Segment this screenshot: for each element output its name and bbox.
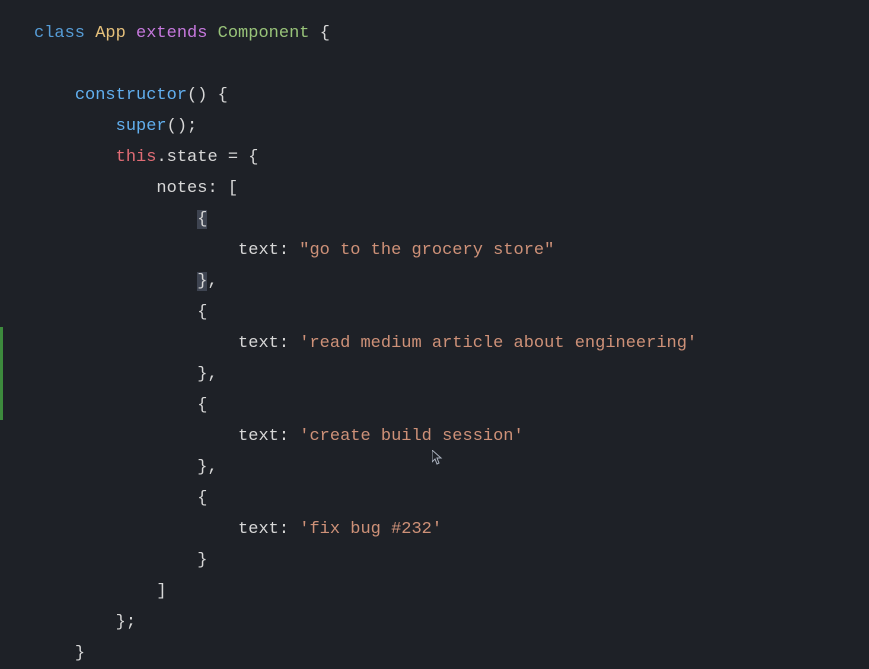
code-line[interactable]: }, xyxy=(0,452,869,483)
brace: { xyxy=(218,86,228,105)
code-line[interactable]: this.state = { xyxy=(0,142,869,173)
class-name: App xyxy=(95,24,126,43)
brace: { xyxy=(320,24,330,43)
equals: = xyxy=(228,148,238,167)
code-line[interactable]: { xyxy=(0,204,869,235)
code-line[interactable]: text: 'create build session' xyxy=(0,421,869,452)
gutter-modified-marker xyxy=(0,327,3,420)
code-line[interactable]: } xyxy=(0,545,869,576)
paren: ( xyxy=(167,117,177,136)
code-line[interactable]: { xyxy=(0,390,869,421)
comma: , xyxy=(207,365,217,384)
comma: , xyxy=(207,458,217,477)
code-line[interactable]: { xyxy=(0,483,869,514)
paren: ( xyxy=(187,86,197,105)
code-line[interactable]: }; xyxy=(0,607,869,638)
comma: , xyxy=(207,272,217,291)
brace: { xyxy=(197,489,207,508)
semicolon: ; xyxy=(126,613,136,632)
code-line[interactable]: super(); xyxy=(0,111,869,142)
colon: : xyxy=(279,520,289,539)
this-keyword: this xyxy=(116,148,157,167)
brace: { xyxy=(248,148,258,167)
brace: { xyxy=(197,396,207,415)
code-line[interactable]: { xyxy=(0,297,869,328)
component-name: Component xyxy=(218,24,310,43)
code-line[interactable]: }, xyxy=(0,266,869,297)
code-editor[interactable]: class App extends Component { constructo… xyxy=(0,0,869,669)
string-literal: "go to the grocery store" xyxy=(299,241,554,260)
code-line[interactable]: ] xyxy=(0,576,869,607)
string-literal: 'fix bug #232' xyxy=(299,520,442,539)
colon: : xyxy=(279,427,289,446)
code-line[interactable]: text: "go to the grocery store" xyxy=(0,235,869,266)
bracket: ] xyxy=(156,582,166,601)
keyword-extends: extends xyxy=(136,24,207,43)
string-literal: 'read medium article about engineering' xyxy=(299,334,697,353)
dot: . xyxy=(156,148,166,167)
paren: ) xyxy=(177,117,187,136)
property-key: text xyxy=(238,334,279,353)
code-line[interactable]: }, xyxy=(0,359,869,390)
colon: : xyxy=(279,334,289,353)
code-line[interactable]: text: 'fix bug #232' xyxy=(0,514,869,545)
brace-matched: { xyxy=(197,210,207,229)
colon: : xyxy=(279,241,289,260)
brace-matched: } xyxy=(197,272,207,291)
constructor: constructor xyxy=(75,86,187,105)
brace: } xyxy=(75,644,85,663)
brace: } xyxy=(197,551,207,570)
keyword-class: class xyxy=(34,24,85,43)
property-key: text xyxy=(238,427,279,446)
code-line[interactable]: class App extends Component { xyxy=(0,18,869,49)
code-line[interactable]: constructor() { xyxy=(0,80,869,111)
code-line[interactable]: notes: [ xyxy=(0,173,869,204)
code-line[interactable]: text: 'read medium article about enginee… xyxy=(0,328,869,359)
code-line[interactable]: } xyxy=(0,638,869,669)
semicolon: ; xyxy=(187,117,197,136)
brace: } xyxy=(116,613,126,632)
property: state xyxy=(167,148,218,167)
property-key: text xyxy=(238,241,279,260)
property-key: text xyxy=(238,520,279,539)
paren: ) xyxy=(197,86,207,105)
brace: } xyxy=(197,458,207,477)
brace: } xyxy=(197,365,207,384)
property: notes xyxy=(156,179,207,198)
super-call: super xyxy=(116,117,167,136)
bracket: [ xyxy=(228,179,238,198)
string-literal: 'create build session' xyxy=(299,427,523,446)
code-line[interactable] xyxy=(0,49,869,80)
colon: : xyxy=(207,179,217,198)
brace: { xyxy=(197,303,207,322)
